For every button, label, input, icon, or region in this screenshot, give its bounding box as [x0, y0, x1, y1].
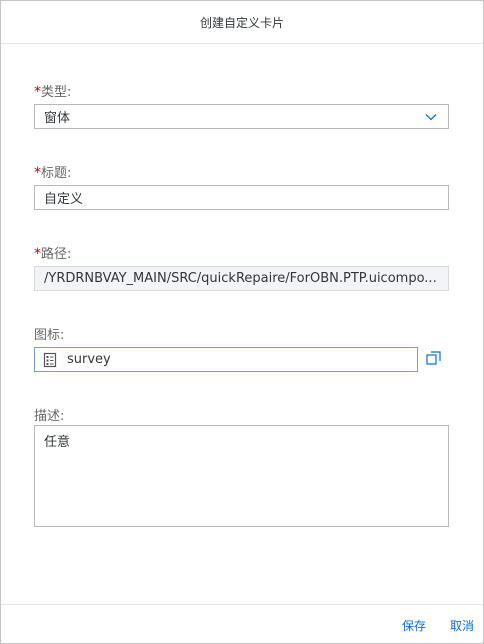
dialog-title: 创建自定义卡片 — [199, 15, 284, 30]
path-input-value: /YRDRNBVAY_MAIN/SRC/quickRepaire/ForOBN.… — [44, 271, 437, 286]
path-input: /YRDRNBVAY_MAIN/SRC/quickRepaire/ForOBN.… — [34, 266, 449, 291]
type-label: *类型: — [34, 84, 72, 100]
description-label: 描述: — [34, 409, 65, 424]
title-input-value: 自定义 — [44, 192, 84, 207]
save-button[interactable]: 保存 — [402, 617, 426, 634]
icon-label: 图标: — [34, 328, 65, 343]
icon-input[interactable]: survey — [34, 347, 418, 372]
cancel-button[interactable]: 取消 — [450, 617, 474, 634]
title-input[interactable]: 自定义 — [34, 185, 449, 210]
title-label: *标题: — [34, 165, 72, 181]
path-label: *路径: — [34, 246, 72, 262]
type-select-value: 窗体 — [44, 111, 71, 126]
description-value: 任意 — [44, 435, 71, 450]
icon-input-value: survey — [67, 352, 111, 367]
survey-icon — [43, 352, 57, 367]
description-textarea[interactable]: 任意 — [34, 425, 449, 527]
dialog-footer: 保存 取消 — [1, 604, 483, 644]
required-marker: * — [34, 84, 41, 100]
dialog-header: 创建自定义卡片 — [1, 1, 483, 44]
chevron-down-icon[interactable] — [424, 110, 438, 124]
type-select[interactable]: 窗体 — [34, 104, 449, 129]
value-help-icon[interactable] — [426, 350, 442, 366]
required-marker: * — [34, 165, 41, 181]
required-marker: * — [34, 246, 41, 262]
create-custom-card-dialog: 创建自定义卡片 *类型: 窗体 *标题: 自定义 *路径: /YRDRNBVAY… — [0, 0, 484, 644]
